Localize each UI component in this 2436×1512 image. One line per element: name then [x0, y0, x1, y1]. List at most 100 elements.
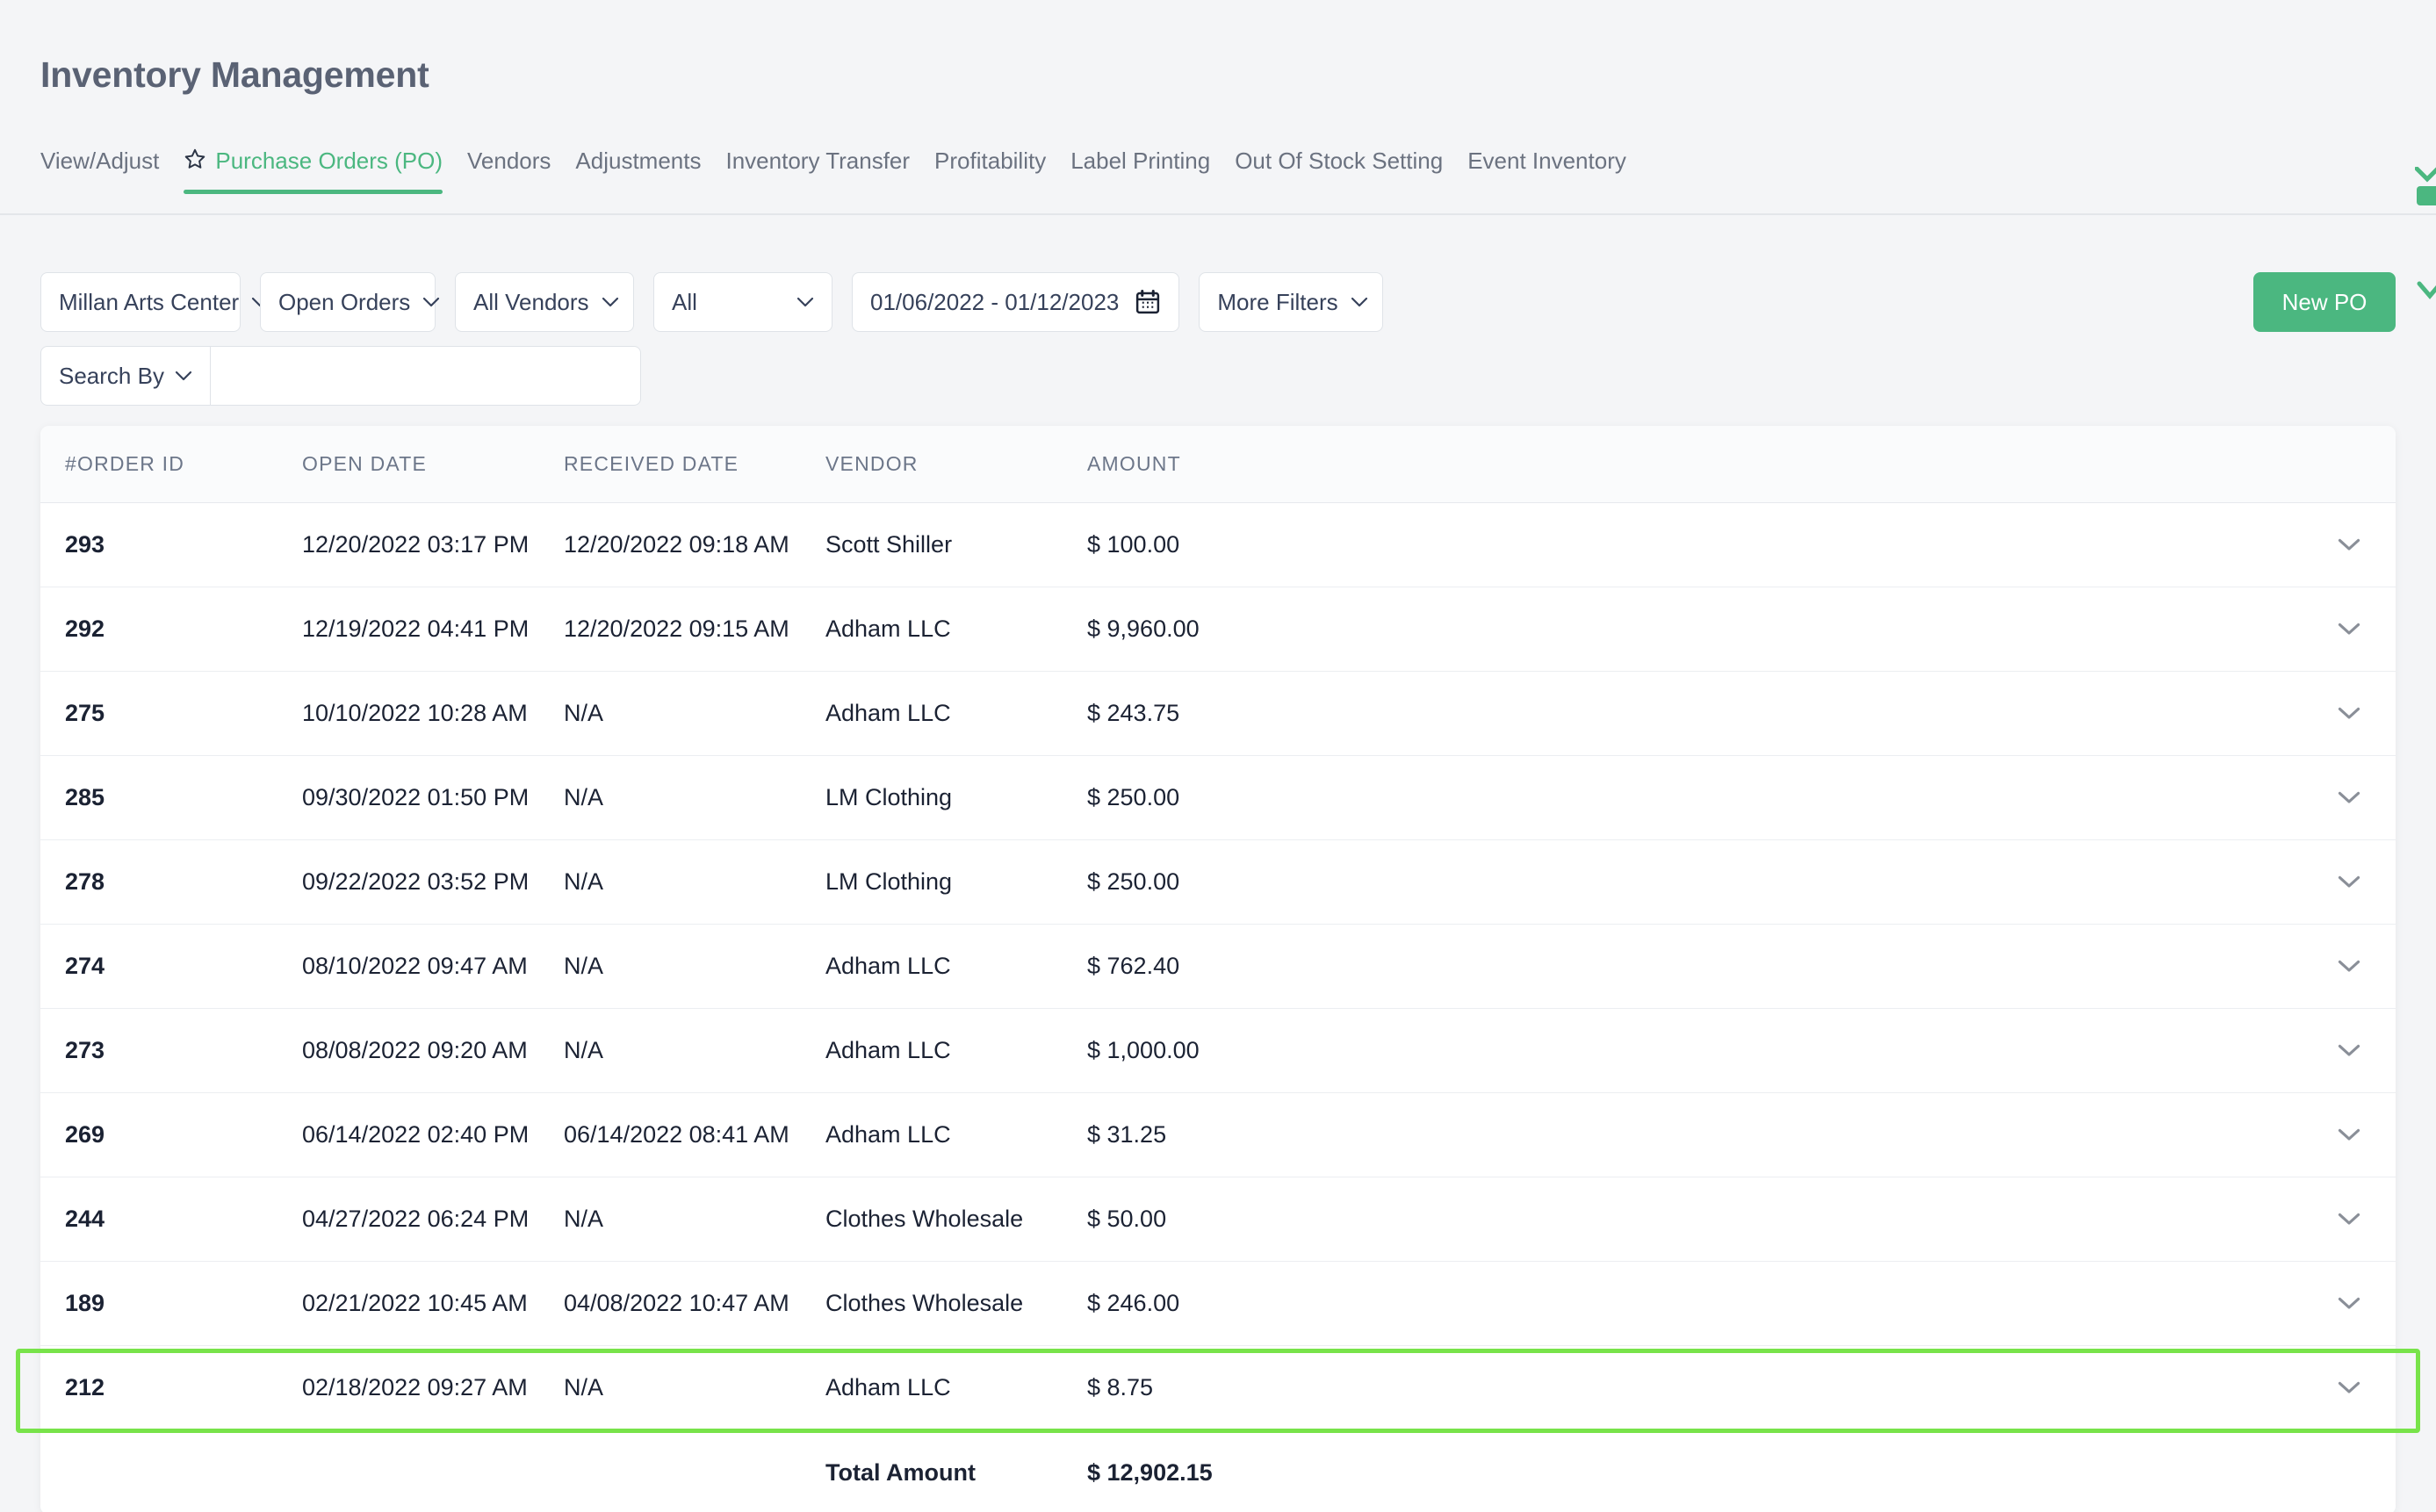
column-header-order-id: #ORDER ID — [65, 452, 185, 475]
table-row[interactable]: 273 08/08/2022 09:20 AM N/A Adham LLC $ 1,00… — [40, 1009, 2396, 1093]
chevron-down-icon — [2338, 1297, 2360, 1310]
cell-open-date: 08/08/2022 09:20 AM — [302, 1037, 528, 1063]
type-select[interactable]: All — [653, 272, 832, 332]
cell-order-id: 275 — [65, 700, 105, 726]
tab-label: Label Printing — [1070, 148, 1211, 174]
date-range-picker[interactable]: 01/06/2022 - 01/12/2023 — [852, 272, 1180, 332]
cell-vendor: Scott Shiller — [825, 531, 953, 558]
more-filters-label: More Filters — [1217, 288, 1338, 315]
table-row[interactable]: 274 08/10/2022 09:47 AM N/A Adham LLC $ 762.… — [40, 925, 2396, 1009]
row-expand-chevron[interactable] — [1349, 707, 2396, 720]
star-icon[interactable] — [184, 148, 206, 170]
row-expand-chevron[interactable] — [1349, 1381, 2396, 1394]
table-row[interactable]: 269 06/14/2022 02:40 PM 06/14/2022 08:41 A… — [40, 1093, 2396, 1177]
cell-open-date: 08/10/2022 09:47 AM — [302, 953, 528, 979]
row-expand-chevron[interactable] — [1349, 960, 2396, 973]
table-row[interactable]: 278 09/22/2022 03:52 PM N/A LM Clothing $ 25… — [40, 840, 2396, 925]
row-expand-chevron[interactable] — [1349, 1213, 2396, 1226]
table-row[interactable]: 212 02/18/2022 09:27 AM N/A Adham LLC $ 8.75 — [40, 1346, 2396, 1430]
type-select-label: All — [672, 288, 697, 315]
cell-open-date: 02/18/2022 09:27 AM — [302, 1374, 528, 1400]
column-header-open-date: OPEN DATE — [302, 452, 428, 475]
column-header-vendor: VENDOR — [825, 452, 919, 475]
search-input[interactable] — [210, 346, 641, 406]
chevron-down-icon — [2338, 960, 2360, 973]
total-amount-label: Total Amount — [825, 1458, 976, 1486]
row-expand-chevron[interactable] — [1349, 791, 2396, 804]
location-select[interactable]: Millan Arts Center — [40, 272, 269, 332]
tabbar-divider — [0, 213, 2436, 215]
cell-received-date: 12/20/2022 09:15 AM — [564, 616, 789, 642]
chevron-down-icon — [1351, 297, 1368, 307]
corner-widget-chevron[interactable] — [2417, 281, 2436, 300]
table-row[interactable]: 293 12/20/2022 03:17 PM 12/20/2022 09:18 A… — [40, 503, 2396, 587]
search-by-select[interactable]: Search By — [40, 346, 211, 406]
cell-vendor: Adham LLC — [825, 953, 951, 979]
table-row[interactable]: 189 02/21/2022 10:45 AM 04/08/2022 10:47 A… — [40, 1262, 2396, 1346]
status-select-label: Open Orders — [278, 288, 411, 315]
tab-purchase-orders-po[interactable]: Purchase Orders (PO) — [184, 148, 443, 194]
vendor-select[interactable]: All Vendors — [455, 272, 634, 332]
row-expand-chevron[interactable] — [1349, 1044, 2396, 1057]
more-filters-select[interactable]: More Filters — [1199, 272, 1384, 332]
tab-out-of-stock-setting[interactable]: Out Of Stock Setting — [1235, 148, 1443, 194]
table-row[interactable]: 292 12/19/2022 04:41 PM 12/20/2022 09:15 A… — [40, 587, 2396, 672]
cell-open-date: 02/21/2022 10:45 AM — [302, 1290, 528, 1316]
new-po-button[interactable]: New PO — [2253, 272, 2396, 332]
tab-event-inventory[interactable]: Event Inventory — [1467, 148, 1626, 194]
cell-order-id: 244 — [65, 1206, 105, 1232]
cell-order-id: 274 — [65, 953, 105, 979]
date-range-label: 01/06/2022 - 01/12/2023 — [870, 288, 1120, 315]
cell-vendor: Adham LLC — [825, 1374, 951, 1400]
row-expand-chevron[interactable] — [1349, 875, 2396, 889]
cell-amount: $ 246.00 — [1087, 1290, 1180, 1316]
cell-vendor: Adham LLC — [825, 616, 951, 642]
page-title: Inventory Management — [40, 54, 429, 95]
total-amount-value: $ 12,902.15 — [1087, 1458, 1213, 1486]
cell-amount: $ 50.00 — [1087, 1206, 1167, 1232]
tab-label-printing[interactable]: Label Printing — [1070, 148, 1210, 194]
chevron-down-icon — [2338, 1044, 2360, 1057]
chevron-down-icon — [2338, 707, 2360, 720]
cell-order-id: 292 — [65, 616, 105, 642]
filter-bar: Millan Arts Center Open Orders All Vendo… — [40, 272, 2436, 406]
cell-received-date: N/A — [564, 1037, 604, 1063]
row-expand-chevron[interactable] — [1349, 1297, 2396, 1310]
tab-vendors[interactable]: Vendors — [467, 148, 551, 194]
table-row[interactable]: 285 09/30/2022 01:50 PM N/A LM Clothing $ 25… — [40, 756, 2396, 840]
cell-open-date: 06/14/2022 02:40 PM — [302, 1121, 530, 1148]
chevron-down-icon — [2338, 538, 2360, 551]
corner-widget-top[interactable] — [2410, 167, 2436, 209]
location-select-label: Millan Arts Center — [59, 288, 240, 315]
chevron-down-icon — [2338, 1128, 2360, 1141]
cell-amount: $ 31.25 — [1087, 1121, 1167, 1148]
cell-order-id: 278 — [65, 868, 105, 895]
tab-adjustments[interactable]: Adjustments — [575, 148, 701, 194]
status-select[interactable]: Open Orders — [260, 272, 440, 332]
table-row[interactable]: 244 04/27/2022 06:24 PM N/A Clothes Wholesa… — [40, 1177, 2396, 1262]
tab-label: Out Of Stock Setting — [1235, 148, 1444, 174]
tab-label: Profitability — [934, 148, 1047, 174]
cell-amount: $ 243.75 — [1087, 700, 1180, 726]
tab-inventory-transfer[interactable]: Inventory Transfer — [726, 148, 911, 194]
cell-received-date: 04/08/2022 10:47 AM — [564, 1290, 789, 1316]
tab-view-adjust[interactable]: View/Adjust — [40, 148, 159, 194]
cell-order-id: 285 — [65, 784, 105, 810]
cell-amount: $ 9,960.00 — [1087, 616, 1200, 642]
cell-open-date: 12/20/2022 03:17 PM — [302, 531, 530, 558]
cell-amount: $ 100.00 — [1087, 531, 1180, 558]
cell-vendor: LM Clothing — [825, 784, 953, 810]
tab-label: Inventory Transfer — [725, 148, 911, 174]
table-body: 293 12/20/2022 03:17 PM 12/20/2022 09:18 A… — [40, 503, 2396, 1430]
chevron-down-icon — [2338, 875, 2360, 889]
row-expand-chevron[interactable] — [1349, 623, 2396, 636]
cell-open-date: 12/19/2022 04:41 PM — [302, 616, 530, 642]
cell-order-id: 273 — [65, 1037, 105, 1063]
row-expand-chevron[interactable] — [1349, 1128, 2396, 1141]
total-row: Total Amount $ 12,902.15 — [40, 1430, 2396, 1512]
purchase-orders-table: #ORDER ID OPEN DATE RECEIVED DATE VENDOR AMO… — [40, 426, 2396, 1512]
cell-received-date: N/A — [564, 1206, 604, 1232]
row-expand-chevron[interactable] — [1349, 538, 2396, 551]
table-row[interactable]: 275 10/10/2022 10:28 AM N/A Adham LLC $ 243.… — [40, 672, 2396, 756]
tab-profitability[interactable]: Profitability — [934, 148, 1046, 194]
